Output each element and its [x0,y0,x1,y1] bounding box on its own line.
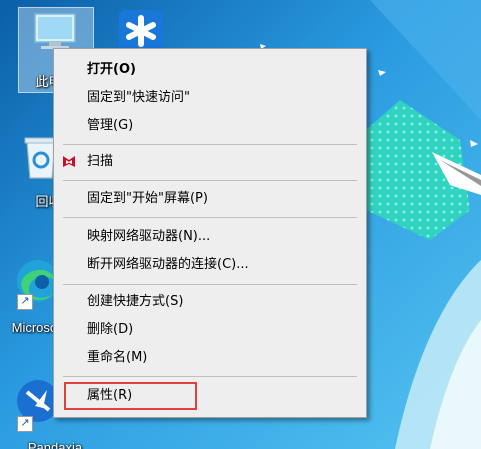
menu-item-rename[interactable]: 重命名(M) [54,345,366,371]
menu-separator [63,144,357,145]
menu-item-open[interactable]: 打开(O) [54,57,366,83]
menu-item-pin-start[interactable]: 固定到"开始"屏幕(P) [54,186,366,212]
menu-separator [63,376,357,377]
properties-highlight-box [64,382,197,410]
menu-item-map-network-drive[interactable]: 映射网络驱动器(N)... [54,224,366,250]
menu-item-label: 固定到"开始"屏幕(P) [87,191,208,206]
pandaxia-label: Pandaxia [27,440,83,449]
menu-item-label: 打开(O) [87,62,136,77]
menu-item-label: 删除(D) [87,322,134,337]
menu-item-label: 管理(G) [87,118,134,133]
shortcut-arrow-icon: ↗ [17,416,33,432]
shortcut-arrow-icon: ↗ [17,294,33,310]
menu-item-label: 固定到"快速访问" [87,90,190,105]
menu-separator [63,180,357,181]
menu-item-create-shortcut[interactable]: 创建快捷方式(S) [54,289,366,315]
menu-item-label: 映射网络驱动器(N)... [87,229,211,244]
menu-item-label: 扫描 [87,154,114,169]
menu-item-label: 重命名(M) [87,350,148,365]
menu-item-delete[interactable]: 删除(D) [54,317,366,343]
menu-item-pin-quick-access[interactable]: 固定到"快速访问" [54,85,366,111]
menu-item-label: 创建快捷方式(S) [87,294,184,309]
mcafee-icon [63,156,75,167]
menu-item-manage[interactable]: 管理(G) [54,113,366,139]
context-menu: 打开(O) 固定到"快速访问" 管理(G) 扫描 固定到"开始"屏幕(P) 映射… [53,48,367,418]
menu-separator [63,284,357,285]
menu-item-disconnect-network-drive[interactable]: 断开网络驱动器的连接(C)... [54,252,366,278]
menu-separator [63,217,357,218]
desktop: 此电脑 回收站 ↗ Microsoft Edge [0,0,481,449]
menu-item-scan[interactable]: 扫描 [54,149,366,175]
menu-item-label: 断开网络驱动器的连接(C)... [87,257,249,272]
